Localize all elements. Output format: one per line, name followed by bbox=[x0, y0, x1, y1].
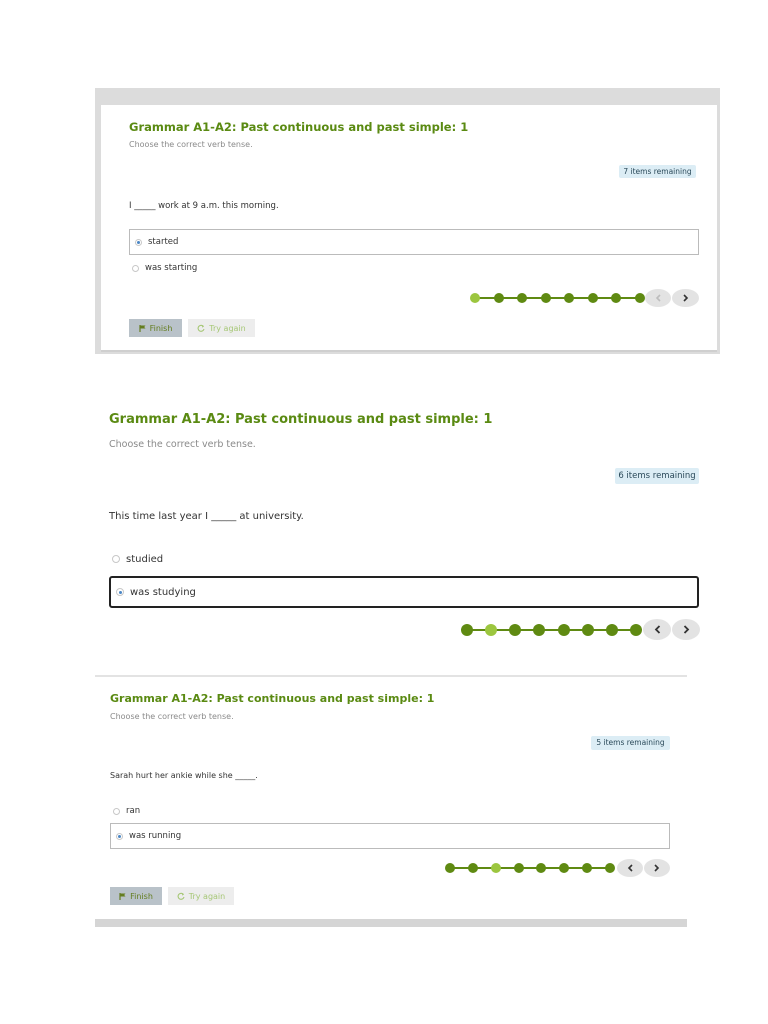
progress-step-3[interactable] bbox=[509, 624, 521, 636]
radio-selected-icon[interactable] bbox=[116, 588, 124, 596]
quiz-1-option-1[interactable]: started bbox=[129, 229, 699, 255]
progress-step-2[interactable] bbox=[468, 863, 478, 873]
progress-step-2[interactable] bbox=[494, 293, 504, 303]
quiz-card-2: Grammar A1-A2: Past continuous and past … bbox=[100, 400, 710, 645]
progress-step-4[interactable] bbox=[541, 293, 551, 303]
chevron-left-icon bbox=[627, 864, 633, 872]
flag-icon bbox=[119, 892, 126, 900]
quiz-3-bottom-rule bbox=[95, 919, 687, 927]
radio-icon[interactable] bbox=[113, 807, 120, 815]
radio-selected-icon[interactable] bbox=[116, 832, 123, 840]
quiz-2-remaining-badge: 6 items remaining bbox=[615, 468, 699, 484]
chevron-right-icon bbox=[654, 864, 660, 872]
quiz-2-instruction: Choose the correct verb tense. bbox=[109, 439, 256, 450]
progress-step-5[interactable] bbox=[564, 293, 574, 303]
chevron-right-icon bbox=[682, 294, 688, 302]
try-again-label: Try again bbox=[209, 323, 246, 333]
try-again-label: Try again bbox=[188, 891, 226, 901]
progress-step-1[interactable] bbox=[461, 624, 473, 636]
chevron-right-icon bbox=[683, 625, 689, 634]
quiz-card-1: Grammar A1-A2: Past continuous and past … bbox=[95, 88, 720, 354]
quiz-2-option-1[interactable]: studied bbox=[109, 551, 409, 567]
flag-icon bbox=[139, 324, 146, 332]
chevron-left-icon bbox=[655, 294, 661, 302]
progress-step-6[interactable] bbox=[588, 293, 598, 303]
quiz-3-option-1[interactable]: ran bbox=[110, 804, 410, 818]
quiz-3-remaining-badge: 5 items remaining bbox=[591, 736, 670, 750]
progress-step-4[interactable] bbox=[514, 863, 524, 873]
quiz-2-next-button[interactable] bbox=[672, 619, 700, 640]
quiz-1-prev-button[interactable] bbox=[645, 289, 671, 307]
quiz-2-question: This time last year I _____ at universit… bbox=[109, 511, 304, 522]
chevron-left-icon bbox=[654, 625, 660, 634]
quiz-3-instruction: Choose the correct verb tense. bbox=[110, 712, 234, 721]
radio-icon[interactable] bbox=[112, 555, 120, 563]
option-label: started bbox=[148, 237, 179, 247]
finish-label: Finish bbox=[130, 891, 153, 901]
progress-step-3[interactable] bbox=[491, 863, 501, 873]
option-label: ran bbox=[126, 806, 141, 816]
progress-step-4[interactable] bbox=[533, 624, 545, 636]
quiz-card-3: Grammar A1-A2: Past continuous and past … bbox=[95, 675, 687, 929]
progress-step-5[interactable] bbox=[558, 624, 570, 636]
option-label: was studying bbox=[130, 586, 196, 598]
quiz-1-next-button[interactable] bbox=[672, 289, 699, 307]
radio-icon[interactable] bbox=[132, 264, 139, 272]
quiz-2-option-2[interactable]: was studying bbox=[109, 576, 699, 608]
progress-step-2[interactable] bbox=[485, 624, 497, 636]
quiz-1-try-again-button[interactable]: Try again bbox=[188, 319, 255, 337]
progress-step-6[interactable] bbox=[582, 624, 594, 636]
quiz-1-progress bbox=[470, 291, 645, 305]
quiz-3-next-button[interactable] bbox=[644, 859, 670, 877]
quiz-3-option-2[interactable]: was running bbox=[110, 823, 670, 849]
option-label: studied bbox=[126, 553, 164, 565]
quiz-1-option-2[interactable]: was starting bbox=[129, 260, 429, 276]
quiz-1-finish-button[interactable]: Finish bbox=[129, 319, 182, 337]
progress-step-8[interactable] bbox=[630, 624, 642, 636]
progress-step-1[interactable] bbox=[470, 293, 480, 303]
progress-step-7[interactable] bbox=[606, 624, 618, 636]
quiz-2-prev-button[interactable] bbox=[643, 619, 671, 640]
progress-step-5[interactable] bbox=[536, 863, 546, 873]
quiz-1-instruction: Choose the correct verb tense. bbox=[129, 140, 253, 149]
quiz-2-title: Grammar A1-A2: Past continuous and past … bbox=[109, 412, 493, 427]
progress-step-3[interactable] bbox=[517, 293, 527, 303]
progress-step-8[interactable] bbox=[605, 863, 615, 873]
quiz-3-top-rule bbox=[95, 675, 687, 677]
quiz-3-title: Grammar A1-A2: Past continuous and past … bbox=[110, 692, 435, 705]
quiz-1-title: Grammar A1-A2: Past continuous and past … bbox=[129, 120, 469, 134]
finish-label: Finish bbox=[149, 323, 173, 333]
quiz-3-progress bbox=[445, 861, 615, 875]
quiz-3-try-again-button[interactable]: Try again bbox=[168, 887, 234, 905]
quiz-2-progress bbox=[461, 622, 642, 638]
refresh-icon bbox=[197, 324, 205, 332]
option-label: was running bbox=[129, 831, 182, 841]
progress-step-8[interactable] bbox=[635, 293, 645, 303]
option-label: was starting bbox=[145, 263, 198, 273]
quiz-1-remaining-badge: 7 items remaining bbox=[619, 165, 696, 178]
quiz-3-prev-button[interactable] bbox=[617, 859, 643, 877]
progress-step-1[interactable] bbox=[445, 863, 455, 873]
quiz-3-finish-button[interactable]: Finish bbox=[110, 887, 162, 905]
progress-step-6[interactable] bbox=[559, 863, 569, 873]
radio-selected-icon[interactable] bbox=[135, 238, 142, 246]
progress-step-7[interactable] bbox=[611, 293, 621, 303]
refresh-icon bbox=[177, 892, 185, 900]
progress-step-7[interactable] bbox=[582, 863, 592, 873]
quiz-3-question: Sarah hurt her ankie while she _____. bbox=[110, 771, 258, 780]
quiz-1-question: I _____ work at 9 a.m. this morning. bbox=[129, 201, 279, 211]
